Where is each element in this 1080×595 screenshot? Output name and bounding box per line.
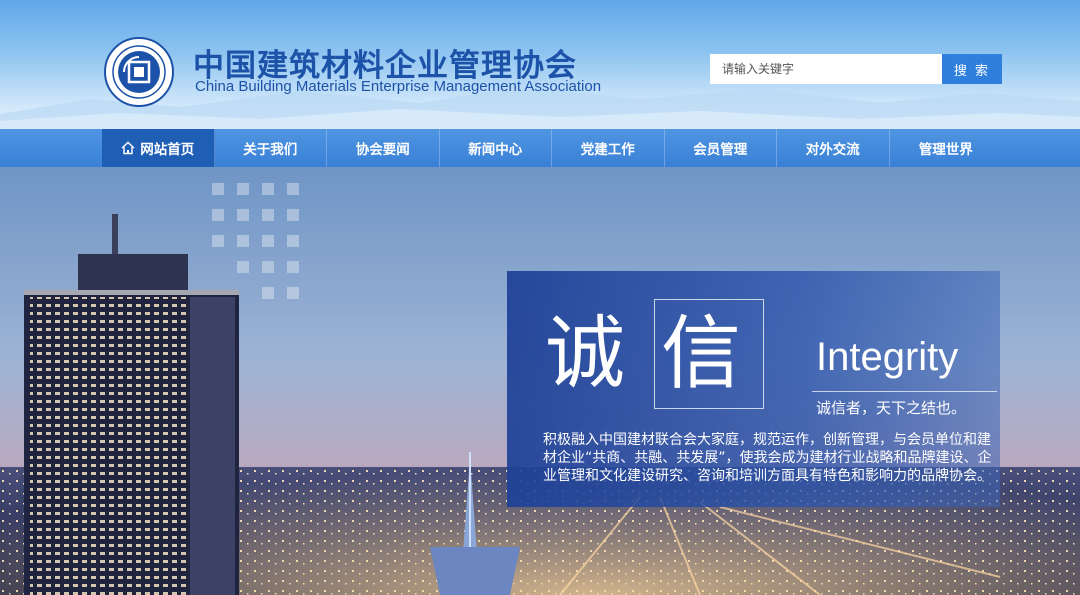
nav-item-association-news[interactable]: 协会要闻 [327, 129, 440, 167]
mission-statement: 积极融入中国建材联合会大家庭，规范运作，创新管理，与会员单位和建材企业“共商、共… [543, 432, 992, 484]
main-nav: 网站首页 关于我们 协会要闻 新闻中心 党建工作 会员管理 对外交流 管理世界 [0, 129, 1080, 167]
site-title-english: China Building Materials Enterprise Mana… [195, 78, 602, 95]
integrity-char-2: 信 [661, 307, 741, 400]
nav-item-member-management[interactable]: 会员管理 [665, 129, 777, 167]
nav-item-label: 关于我们 [243, 142, 298, 158]
nav-item-about[interactable]: 关于我们 [215, 129, 327, 167]
integrity-char-1: 诚 [545, 307, 625, 400]
nav-item-party-work[interactable]: 党建工作 [552, 129, 665, 167]
nav-item-news-center[interactable]: 新闻中心 [440, 129, 552, 167]
divider [812, 391, 997, 392]
integrity-english-word: Integrity [816, 335, 959, 379]
hero-banner: 诚 信 Integrity 诚信者，天下之结也。 积极融入中国建材联合会大家庭，… [0, 167, 1080, 595]
nav-item-label: 管理世界 [918, 142, 973, 158]
site-title-chinese: 中国建筑材料企业管理协会 [193, 48, 577, 84]
nav-item-external-exchange[interactable]: 对外交流 [777, 129, 890, 167]
search-button[interactable]: 搜 索 [942, 54, 1002, 84]
nav-item-home[interactable]: 网站首页 [102, 129, 215, 167]
nav-item-label: 会员管理 [693, 142, 748, 158]
nav-item-label: 党建工作 [580, 142, 635, 158]
integrity-panel: 诚 信 Integrity 诚信者，天下之结也。 积极融入中国建材联合会大家庭，… [507, 271, 1000, 507]
integrity-motto: 诚信者，天下之结也。 [816, 399, 967, 417]
home-icon [121, 141, 135, 155]
nav-item-label: 网站首页 [140, 142, 195, 158]
search-input[interactable] [710, 54, 943, 84]
nav-item-label: 对外交流 [805, 142, 860, 158]
nav-item-management-world[interactable]: 管理世界 [890, 129, 1003, 167]
association-seal-icon[interactable] [104, 37, 174, 107]
site-header: 中国建筑材料企业管理协会 China Building Materials En… [0, 0, 1080, 129]
nav-item-label: 协会要闻 [355, 142, 410, 158]
nav-item-label: 新闻中心 [468, 142, 523, 158]
